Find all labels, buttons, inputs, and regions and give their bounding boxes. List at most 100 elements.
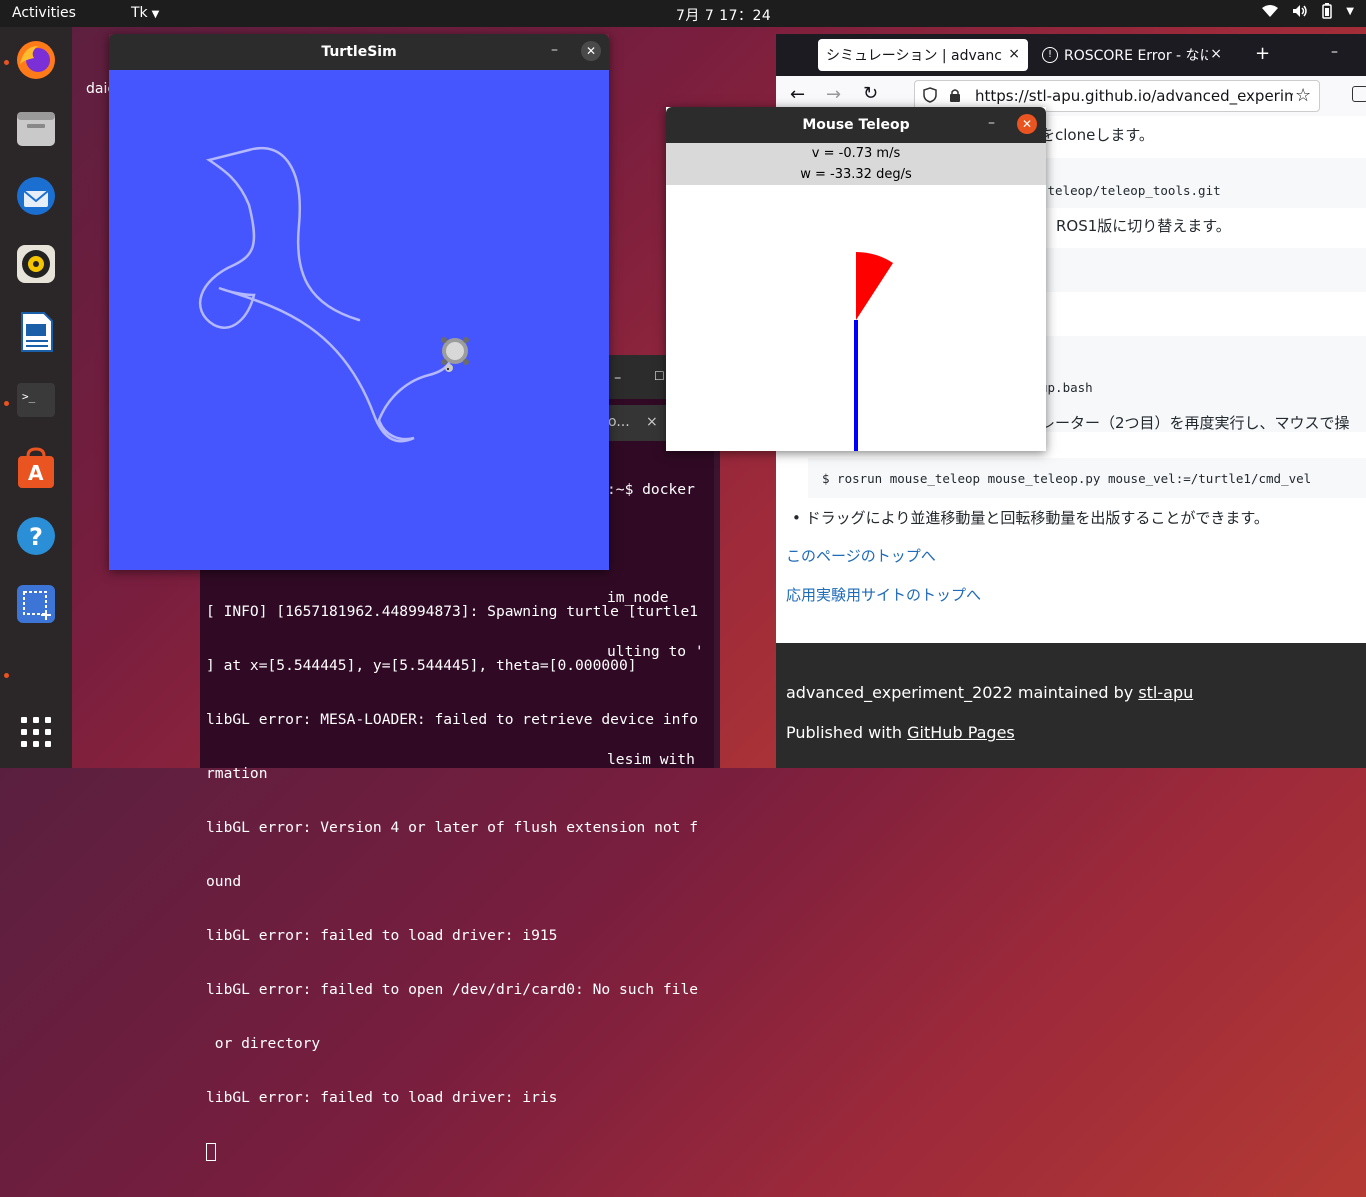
url-text: https://stl-apu.github.io/advanced_exper…	[975, 87, 1293, 105]
app-menu-label: Tk	[131, 5, 148, 21]
svg-text:>_: >_	[22, 390, 36, 403]
terminal-scrollbar[interactable]	[714, 441, 720, 768]
minimize-icon[interactable]: –	[988, 115, 995, 131]
system-tray[interactable]: ▼	[1262, 3, 1354, 19]
linear-velocity: v = -0.73 m/s	[811, 146, 901, 161]
footer-maintained-text: advanced_experiment_2022 maintained by	[786, 683, 1139, 702]
tab-title: ROSCORE Error - なにか	[1064, 48, 1208, 64]
battery-icon	[1322, 3, 1333, 19]
teleop-canvas[interactable]	[666, 185, 1046, 451]
reload-icon[interactable]: ↻	[863, 83, 878, 104]
bookmark-star-icon[interactable]: ☆	[1295, 85, 1311, 106]
turtlesim-window[interactable]: TurtleSim – ✕	[109, 34, 609, 570]
chevron-down-icon: ▼	[151, 9, 160, 20]
link-site-top[interactable]: 応用実験用サイトのトップへ	[786, 584, 981, 605]
bullet-text: ドラッグにより並進移動量と回転移動量を出版することができます。	[805, 509, 1269, 527]
bullet-item: • ドラッグにより並進移動量と回転移動量を出版することができます。	[792, 507, 1269, 528]
back-icon[interactable]: ←	[790, 84, 805, 105]
browser-tabbar: シミュレーション | advance × ! ROSCORE Error - な…	[776, 34, 1366, 76]
running-indicator	[4, 60, 9, 65]
command-block: $ rosrun mouse_teleop mouse_teleop.py mo…	[808, 458, 1366, 498]
forward-icon[interactable]: →	[826, 84, 841, 105]
show-apps-icon[interactable]	[13, 709, 59, 755]
terminal-output: [ INFO] [1657181962.448994873]: Spawning…	[206, 567, 698, 1197]
terminal-icon[interactable]: >_	[13, 377, 59, 423]
text-operator: レーター（2つ目）を再度実行し、マウスで操	[1040, 414, 1350, 432]
bullet-dot: •	[792, 509, 801, 527]
rhythmbox-icon[interactable]	[13, 241, 59, 287]
browser-tab-active[interactable]: シミュレーション | advance ×	[818, 39, 1028, 71]
top-bar: Activities Tk ▼ 7月 7 17：24 ▼	[0, 0, 1366, 27]
wifi-icon	[1262, 4, 1279, 18]
code-block: -teleop/teleop_tools.git	[1040, 158, 1366, 208]
terminal-line: or directory	[206, 1035, 321, 1052]
activities-button[interactable]: Activities	[12, 5, 76, 21]
turtle-icon	[438, 334, 472, 378]
minimize-icon[interactable]: –	[551, 42, 558, 58]
terminal-cursor	[206, 1143, 216, 1161]
mouse-teleop-titlebar[interactable]: Mouse Teleop – ✕	[666, 107, 1046, 143]
software-center-icon[interactable]: A	[13, 445, 59, 491]
screenshot-icon[interactable]	[13, 581, 59, 627]
close-tab-icon[interactable]: ×	[1210, 46, 1222, 62]
footer-maintained: advanced_experiment_2022 maintained by s…	[786, 683, 1193, 702]
turtlesim-canvas[interactable]	[109, 70, 609, 570]
extension-icon[interactable]	[1352, 86, 1366, 102]
firefox-icon[interactable]	[13, 37, 59, 83]
close-icon[interactable]: ✕	[581, 41, 601, 61]
footer-published-text: Published with	[786, 723, 908, 742]
terminal-line: libGL error: failed to open /dev/dri/car…	[206, 981, 699, 998]
code-line: -teleop/teleop_tools.git	[1040, 183, 1221, 198]
terminal-line: ] at x=[5.544445], y=[5.544445], theta=[…	[206, 657, 637, 674]
info-icon: !	[1042, 47, 1058, 63]
text-clone: をcloneします。	[1040, 126, 1154, 144]
svg-text:?: ?	[29, 523, 43, 551]
running-indicator	[4, 401, 9, 406]
app-menu[interactable]: Tk ▼	[131, 5, 159, 21]
linear-velocity-bar	[854, 320, 858, 451]
clock[interactable]: 7月 7 17：24	[676, 5, 771, 25]
shield-icon	[923, 87, 937, 107]
maximize-icon[interactable]: ☐	[654, 369, 665, 383]
window-title: Mouse Teleop	[802, 117, 910, 133]
help-icon[interactable]: ?	[13, 513, 59, 559]
minimize-icon[interactable]: –	[1331, 44, 1338, 60]
tab-title: シミュレーション | advance	[826, 48, 1002, 64]
dock: >_ A ?	[0, 27, 72, 768]
lock-icon	[949, 88, 961, 107]
text-ros1: ROS1版に切り替えます。	[1056, 217, 1231, 235]
volume-icon	[1292, 4, 1308, 18]
libreoffice-writer-icon[interactable]	[13, 309, 59, 355]
window-title: TurtleSim	[321, 44, 397, 60]
terminal-line: libGL error: failed to load driver: iris	[206, 1089, 558, 1106]
terminal-prompt: :~$ docker	[607, 481, 695, 498]
running-indicator	[4, 673, 9, 678]
terminal-tab-label: o...	[608, 414, 630, 430]
terminal-line: ound	[206, 873, 242, 890]
close-icon[interactable]: ×	[646, 414, 658, 430]
mouse-teleop-window[interactable]: Mouse Teleop – ✕ v = -0.73 m/s w = -33.3…	[666, 107, 1046, 451]
code-block	[1040, 248, 1366, 292]
thunderbird-icon[interactable]	[13, 173, 59, 219]
close-icon[interactable]: ✕	[1017, 114, 1037, 134]
minimize-icon[interactable]: –	[614, 369, 621, 386]
angular-velocity-wedge	[856, 252, 893, 320]
turtlesim-titlebar[interactable]: TurtleSim – ✕	[109, 34, 609, 70]
command-line: $ rosrun mouse_teleop mouse_teleop.py mo…	[822, 471, 1312, 486]
turtle-trail	[198, 147, 456, 443]
footer-published: Published with GitHub Pages	[786, 723, 1015, 742]
terminal-line: [ INFO] [1657181962.448994873]: Spawning…	[206, 603, 699, 620]
maintainer-link[interactable]: stl-apu	[1138, 683, 1193, 702]
terminal-line: libGL error: Version 4 or later of flush…	[206, 819, 699, 836]
close-tab-icon[interactable]: ×	[1008, 46, 1020, 62]
github-pages-link[interactable]: GitHub Pages	[907, 723, 1015, 742]
svg-text:A: A	[28, 461, 44, 485]
new-tab-button[interactable]: +	[1255, 43, 1270, 64]
terminal-line: libGL error: MESA-LOADER: failed to retr…	[206, 711, 699, 728]
files-icon[interactable]	[13, 105, 59, 151]
browser-tab[interactable]: ! ROSCORE Error - なにか ×	[1034, 39, 1230, 71]
velocity-readout: v = -0.73 m/s w = -33.32 deg/s	[666, 143, 1046, 185]
link-page-top[interactable]: このページのトップへ	[786, 545, 936, 566]
chevron-down-icon: ▼	[1346, 5, 1354, 17]
page-footer: advanced_experiment_2022 maintained by s…	[776, 643, 1366, 768]
